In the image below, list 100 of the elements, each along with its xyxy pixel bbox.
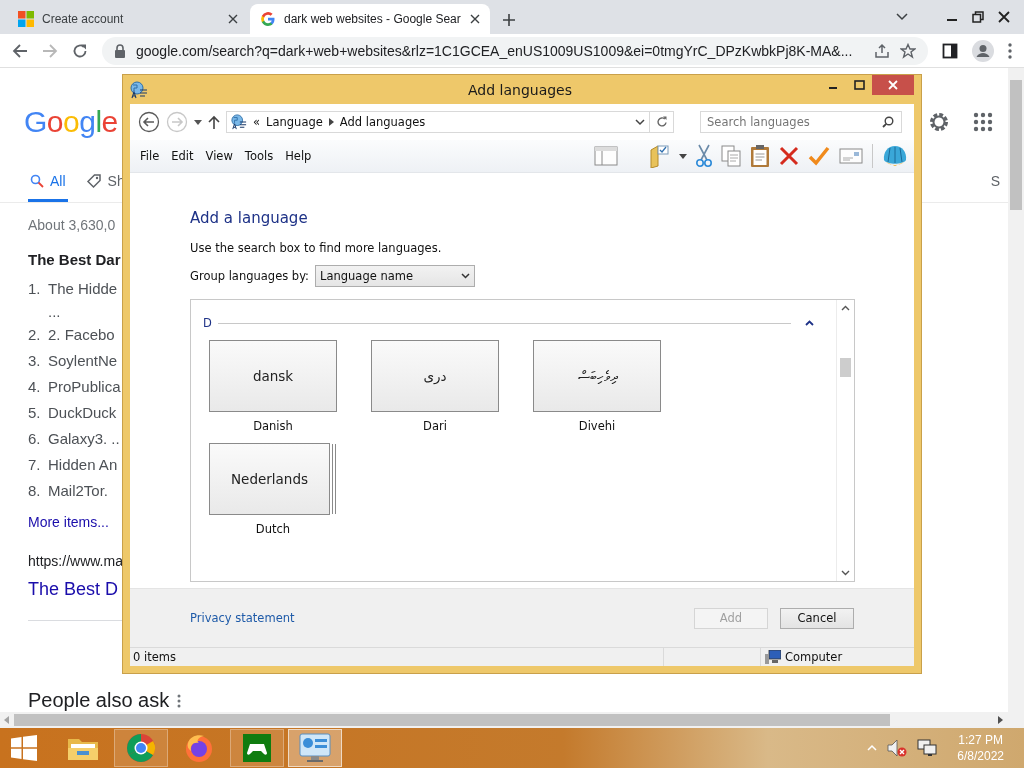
profile-icon[interactable] [972, 39, 994, 62]
collapse-icon[interactable] [805, 320, 814, 326]
language-tile[interactable]: dansk [209, 340, 337, 412]
privacy-statement-link[interactable]: Privacy statement [190, 611, 295, 625]
taskbar-app-button[interactable] [230, 729, 284, 767]
list-item: Galaxy3. .. [48, 429, 120, 449]
settings-icon[interactable] [927, 110, 951, 134]
list-item: Hidden An [48, 455, 118, 475]
up-arrow-icon[interactable] [208, 115, 220, 129]
chevron-down-icon [461, 273, 470, 279]
list-item: The Hidde [48, 279, 118, 299]
language-name: Dutch [255, 522, 291, 536]
refresh-icon [655, 116, 668, 128]
address-bar[interactable]: google.com/search?q=dark+web+websites&rlz=1C1GCEA_enUS1009US1009&ei=0tmgYrC_DPzKwbkPj8K-MA&... [102, 36, 928, 65]
restore-icon[interactable] [972, 11, 984, 23]
vertical-scrollbar[interactable] [1008, 68, 1024, 712]
dialog-button[interactable]: Cancel [780, 607, 854, 629]
menu-item[interactable]: Tools [238, 149, 280, 163]
menu-item[interactable]: Help [279, 149, 318, 163]
recent-locations-icon[interactable] [194, 119, 202, 125]
checkmark-icon[interactable] [808, 146, 830, 166]
result-url: https://www.ma [28, 553, 123, 569]
menu-icon[interactable] [1008, 42, 1012, 59]
folder-check-icon[interactable] [650, 144, 670, 168]
reload-icon[interactable] [72, 42, 88, 59]
star-icon[interactable] [900, 42, 916, 59]
side-panel-icon[interactable] [942, 42, 958, 59]
shell-icon[interactable] [882, 144, 908, 168]
menu-item[interactable]: Edit [165, 149, 200, 163]
back-icon[interactable] [138, 111, 160, 133]
close-icon [888, 80, 898, 90]
browser-tab[interactable]: dark web websites - Google Sear [250, 4, 490, 34]
address-bar[interactable]: « Language Add languages [226, 111, 650, 133]
chevron-down-icon[interactable] [896, 13, 908, 21]
more-items-link[interactable]: More items... [28, 514, 109, 530]
scroll-down-icon[interactable] [841, 570, 850, 576]
globe-language-icon [130, 80, 148, 99]
browser-tab[interactable]: Create account [8, 4, 248, 34]
lock-icon [114, 43, 126, 58]
share-icon[interactable] [874, 42, 890, 59]
window-title: Add languages [467, 81, 573, 98]
menu-item[interactable]: View [199, 149, 239, 163]
group-header[interactable]: D [203, 316, 212, 330]
list-item: SoylentNe [48, 351, 118, 371]
close-button[interactable] [872, 75, 914, 95]
chevron-right-icon [328, 118, 334, 126]
game-controller-icon [242, 733, 272, 763]
taskbar-app-button[interactable] [288, 729, 342, 767]
list-item: 2. Facebo [48, 325, 115, 345]
firefox-icon [184, 733, 214, 763]
list-item: ProPublica [48, 377, 121, 397]
search-icon [30, 174, 44, 188]
close-icon[interactable] [228, 14, 238, 24]
back-icon[interactable] [12, 42, 28, 59]
clipboard-icon[interactable] [750, 144, 770, 168]
language-name: Dari [423, 419, 447, 433]
more-options-icon[interactable] [177, 693, 182, 708]
list-number: 8. [28, 481, 42, 501]
language-tile[interactable]: ދިވެހިބަސް [533, 340, 661, 412]
new-tab-icon[interactable] [502, 13, 516, 27]
language-name: Divehi [578, 419, 616, 433]
scroll-up-icon[interactable] [841, 305, 850, 311]
tag-icon [85, 173, 102, 189]
list-item: DuckDuck [48, 403, 117, 423]
list-item-continuation: ... [48, 303, 61, 320]
result-stats: About 3,630,0 [28, 217, 116, 233]
menu-item[interactable]: File [134, 149, 166, 163]
network-icon[interactable] [917, 739, 938, 757]
list-scrollbar[interactable] [836, 300, 854, 581]
list-number: 3. [28, 351, 42, 371]
dropdown-caret-icon[interactable] [679, 153, 687, 159]
search-field[interactable]: Search languages [700, 111, 902, 133]
list-number: 4. [28, 377, 42, 397]
scissors-icon[interactable] [696, 144, 712, 168]
featured-snippet-title: The Best Dar [28, 251, 121, 268]
close-icon[interactable] [470, 14, 480, 24]
language-name: Danish [253, 419, 293, 433]
group-by-dropdown[interactable]: Language name [315, 265, 475, 287]
page-heading: Add a language [190, 209, 309, 227]
refresh-button[interactable] [650, 111, 674, 133]
scroll-thumb[interactable] [840, 358, 851, 377]
apps-grid-icon[interactable] [973, 112, 993, 132]
taskbar-app-button[interactable] [114, 729, 168, 767]
language-tile[interactable]: دری [371, 340, 499, 412]
windows-logo-icon[interactable] [11, 735, 37, 761]
horizontal-scrollbar[interactable] [0, 712, 1024, 728]
result-title-link[interactable]: The Best D [28, 579, 119, 600]
chevron-down-icon[interactable] [635, 118, 645, 126]
list-number: 6. [28, 429, 42, 449]
computer-icon [765, 650, 781, 664]
people-also-ask-heading: People also ask [28, 689, 170, 712]
google-logo[interactable]: Google [24, 105, 118, 139]
search-icon[interactable] [882, 116, 894, 128]
speaker-muted-icon[interactable] [887, 739, 908, 757]
search-tab[interactable]: All [28, 173, 68, 202]
search-tab[interactable]: S [990, 173, 1008, 202]
list-number: 7. [28, 455, 42, 475]
g-logo-icon [260, 11, 276, 27]
close-icon[interactable] [998, 11, 1010, 23]
delete-icon[interactable] [779, 146, 799, 166]
